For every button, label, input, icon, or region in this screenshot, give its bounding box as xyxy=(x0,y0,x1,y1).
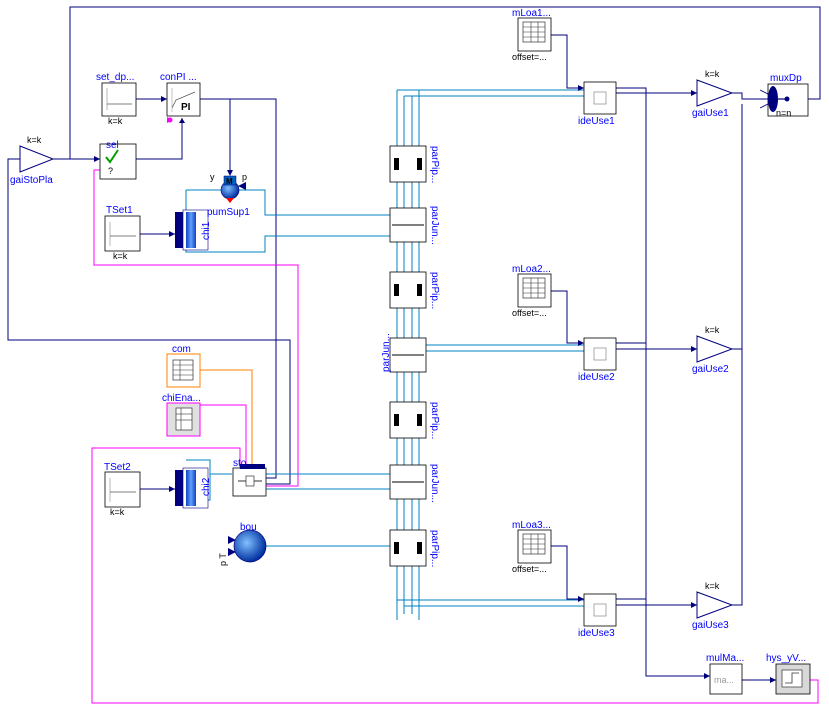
sto-name: sto xyxy=(233,458,247,469)
parPip3-block[interactable]: parPip... xyxy=(389,401,440,439)
muxDp-param: n=n xyxy=(776,108,791,118)
gaiStoPla-name: gaiStoPla xyxy=(10,175,53,186)
pumSup1-port-y: y xyxy=(210,172,215,182)
gaiUse1-param: k=k xyxy=(705,69,720,79)
ideUse3-block[interactable]: ideUse3 xyxy=(578,593,617,639)
ideUse3-name: ideUse3 xyxy=(578,628,615,639)
gaiUse1-block[interactable]: k=k gaiUse1 xyxy=(692,69,734,119)
hys-block[interactable]: hys_yV... xyxy=(766,653,811,695)
hys-name: hys_yV... xyxy=(766,653,806,664)
ideUse1-name: ideUse1 xyxy=(578,116,615,127)
pumSup1-port-p: p xyxy=(242,172,247,182)
gaiUse3-name: gaiUse3 xyxy=(692,620,729,631)
pumSup1-name: pumSup1 xyxy=(207,207,250,218)
bou-ports: p T xyxy=(218,553,228,566)
parPip3-name: parPip... xyxy=(429,402,440,439)
gaiUse3-block[interactable]: k=k gaiUse3 xyxy=(692,581,734,631)
mLoa1-name: mLoa1... xyxy=(512,8,551,19)
parPip1-block[interactable]: parPip... xyxy=(389,145,440,183)
mLoa3-name: mLoa3... xyxy=(512,520,551,531)
gaiUse2-block[interactable]: k=k gaiUse2 xyxy=(692,325,734,375)
sel-inner: ? xyxy=(108,166,113,176)
parJun2-name: parJun... xyxy=(381,333,392,372)
muxDp-block[interactable]: muxDp n=n xyxy=(759,73,809,118)
parJun2-block[interactable]: parJun... xyxy=(381,333,427,373)
TSet2-name: TSet2 xyxy=(104,462,131,473)
parPip2-name: parPip... xyxy=(429,272,440,309)
sel-block[interactable]: ? sel xyxy=(99,140,137,180)
TSet1-block[interactable]: TSet1 k=k xyxy=(104,205,141,261)
com-name: com xyxy=(172,344,191,355)
mLoa2-name: mLoa2... xyxy=(512,264,551,275)
chi2-name: chi2 xyxy=(201,477,212,496)
ideUse1-block[interactable]: ideUse1 xyxy=(578,81,617,127)
parJun1-block[interactable]: parJun... xyxy=(389,206,440,245)
gaiStoPla-block[interactable]: k=k gaiStoPla xyxy=(10,135,55,186)
conPI-name: conPI ... xyxy=(160,72,197,83)
mLoa2-block[interactable]: mLoa2... offset=... xyxy=(512,264,552,318)
mLoa2-param: offset=... xyxy=(512,308,547,318)
diagram-canvas: mLoa1... offset=... mLoa2... offset=... … xyxy=(7,6,821,704)
chi2-block[interactable]: chi2 xyxy=(175,467,212,509)
sto-block[interactable]: sto xyxy=(232,458,267,497)
integer-connections xyxy=(200,369,253,470)
TSet1-param: k=k xyxy=(113,251,128,261)
mLoa3-block[interactable]: mLoa3... offset=... xyxy=(512,520,552,574)
ideUse2-block[interactable]: ideUse2 xyxy=(578,337,617,383)
set_dp-name: set_dp... xyxy=(96,72,134,83)
mulMax-name: mulMa... xyxy=(706,653,744,664)
mLoa1-param: offset=... xyxy=(512,52,547,62)
parPip2-block[interactable]: parPip... xyxy=(389,271,440,309)
parJun3-name: parJun... xyxy=(429,464,440,503)
conPI-inner: PI xyxy=(181,102,191,113)
mLoa3-param: offset=... xyxy=(512,564,547,574)
ideUse2-name: ideUse2 xyxy=(578,372,615,383)
TSet2-param: k=k xyxy=(110,507,125,517)
parJun1-name: parJun... xyxy=(429,206,440,245)
parPip4-name: parPip... xyxy=(429,530,440,567)
set_dp-block[interactable]: set_dp... k=k xyxy=(96,72,137,126)
chiEna-block[interactable]: chiEna... xyxy=(162,393,201,437)
bou-name: bou xyxy=(240,522,257,533)
mLoa1-block[interactable]: mLoa1... offset=... xyxy=(512,8,552,62)
gaiUse1-name: gaiUse1 xyxy=(692,108,729,119)
muxDp-name: muxDp xyxy=(770,73,802,84)
gaiUse2-name: gaiUse2 xyxy=(692,364,729,375)
gaiStoPla-param: k=k xyxy=(27,135,42,145)
pumSup1-block[interactable]: M y p pumSup1 xyxy=(207,172,250,218)
bou-block[interactable]: p T bou xyxy=(218,522,267,566)
sel-name: sel xyxy=(106,140,119,151)
mulMax-block[interactable]: ma... mulMa... xyxy=(706,653,744,695)
gaiUse3-param: k=k xyxy=(705,581,720,591)
conPI-block[interactable]: PI conPI ... xyxy=(160,72,201,123)
mulMax-inner: ma... xyxy=(714,675,734,685)
TSet1-name: TSet1 xyxy=(106,205,133,216)
pumSup1-inner: M xyxy=(226,177,233,186)
parPip1-name: parPip... xyxy=(429,146,440,183)
chiEna-name: chiEna... xyxy=(162,393,201,404)
set_dp-param: k=k xyxy=(108,116,123,126)
parPip4-block[interactable]: parPip... xyxy=(389,529,440,567)
gaiUse2-param: k=k xyxy=(705,325,720,335)
TSet2-block[interactable]: TSet2 k=k xyxy=(104,462,141,517)
com-block[interactable]: com xyxy=(166,344,201,388)
chi1-name: chi1 xyxy=(201,221,212,240)
parJun3-block[interactable]: parJun... xyxy=(389,464,440,503)
